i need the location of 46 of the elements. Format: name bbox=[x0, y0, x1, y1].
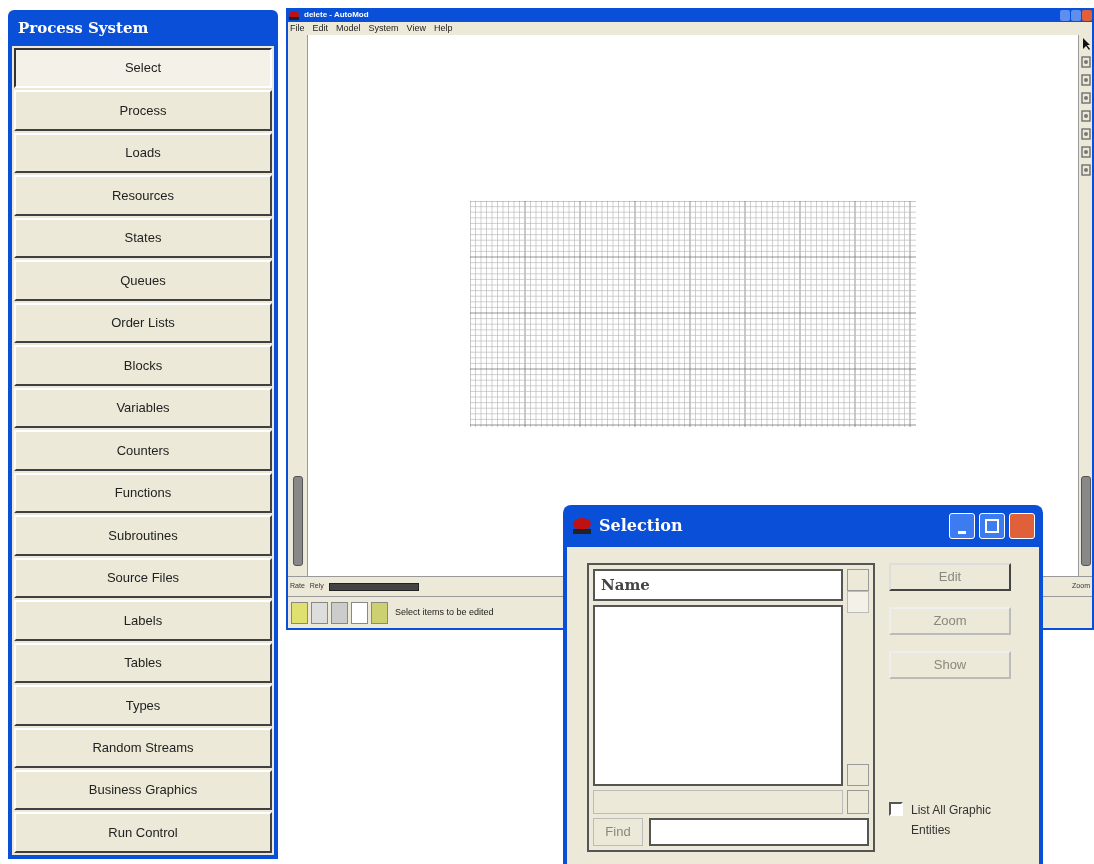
menu-button[interactable]: Queues bbox=[14, 260, 272, 301]
menu-item[interactable]: Edit bbox=[312, 23, 329, 34]
minimize-button[interactable] bbox=[1060, 9, 1070, 21]
window-title: delete - AutoMod bbox=[304, 9, 369, 21]
menu-button[interactable]: Process bbox=[14, 90, 272, 131]
menu-item[interactable]: View bbox=[406, 23, 426, 34]
maximize-button[interactable] bbox=[1071, 9, 1081, 21]
scroll-corner-button[interactable] bbox=[847, 790, 869, 814]
checkbox[interactable] bbox=[889, 802, 903, 816]
app-icon bbox=[571, 516, 593, 536]
menu-button[interactable]: Run Control bbox=[14, 812, 272, 853]
menu-button[interactable]: Subroutines bbox=[14, 515, 272, 556]
checkbox-label: List All Graphic Entities bbox=[911, 802, 993, 839]
menu-button[interactable]: Variables bbox=[14, 387, 272, 429]
maximize-button[interactable] bbox=[979, 513, 1005, 539]
menu-button[interactable]: Business Graphics bbox=[14, 769, 272, 811]
vertical-scrollbar[interactable] bbox=[847, 569, 869, 786]
menu-item[interactable]: System bbox=[368, 23, 399, 34]
menu-button[interactable]: Blocks bbox=[14, 345, 272, 386]
menu-button[interactable]: Loads bbox=[14, 132, 272, 174]
menu-button[interactable]: Counters bbox=[14, 430, 272, 471]
menu-item[interactable]: File bbox=[290, 23, 305, 34]
menu-button[interactable]: Select bbox=[14, 48, 272, 89]
menu-button[interactable]: Random Streams bbox=[14, 727, 272, 768]
menu-button[interactable]: Labels bbox=[14, 600, 272, 641]
pointer-icon[interactable] bbox=[1080, 37, 1091, 51]
menu-item[interactable]: Model bbox=[336, 23, 361, 34]
find-field[interactable] bbox=[649, 818, 869, 846]
menu-button[interactable]: States bbox=[14, 217, 272, 259]
close-button[interactable] bbox=[1009, 513, 1035, 539]
menu-button[interactable]: Types bbox=[14, 685, 272, 726]
name-list[interactable] bbox=[593, 605, 843, 786]
column-header: Name bbox=[593, 569, 843, 601]
menu-button[interactable]: Source Files bbox=[14, 557, 272, 599]
menu-button[interactable]: Tables bbox=[14, 642, 272, 684]
horizontal-scrollbar[interactable] bbox=[593, 790, 843, 814]
menu-item[interactable]: Help bbox=[433, 23, 453, 34]
menu-button[interactable]: Functions bbox=[14, 472, 272, 514]
status-message: Select items to be edited bbox=[395, 605, 494, 619]
app-icon bbox=[288, 9, 300, 21]
minimize-button[interactable] bbox=[949, 513, 975, 539]
dialog-title: Selection bbox=[599, 515, 683, 537]
menu-button[interactable]: Order Lists bbox=[14, 302, 272, 344]
close-button[interactable] bbox=[1082, 9, 1092, 21]
panel-title: Process System bbox=[17, 17, 150, 39]
menu-button[interactable]: Resources bbox=[14, 175, 272, 216]
